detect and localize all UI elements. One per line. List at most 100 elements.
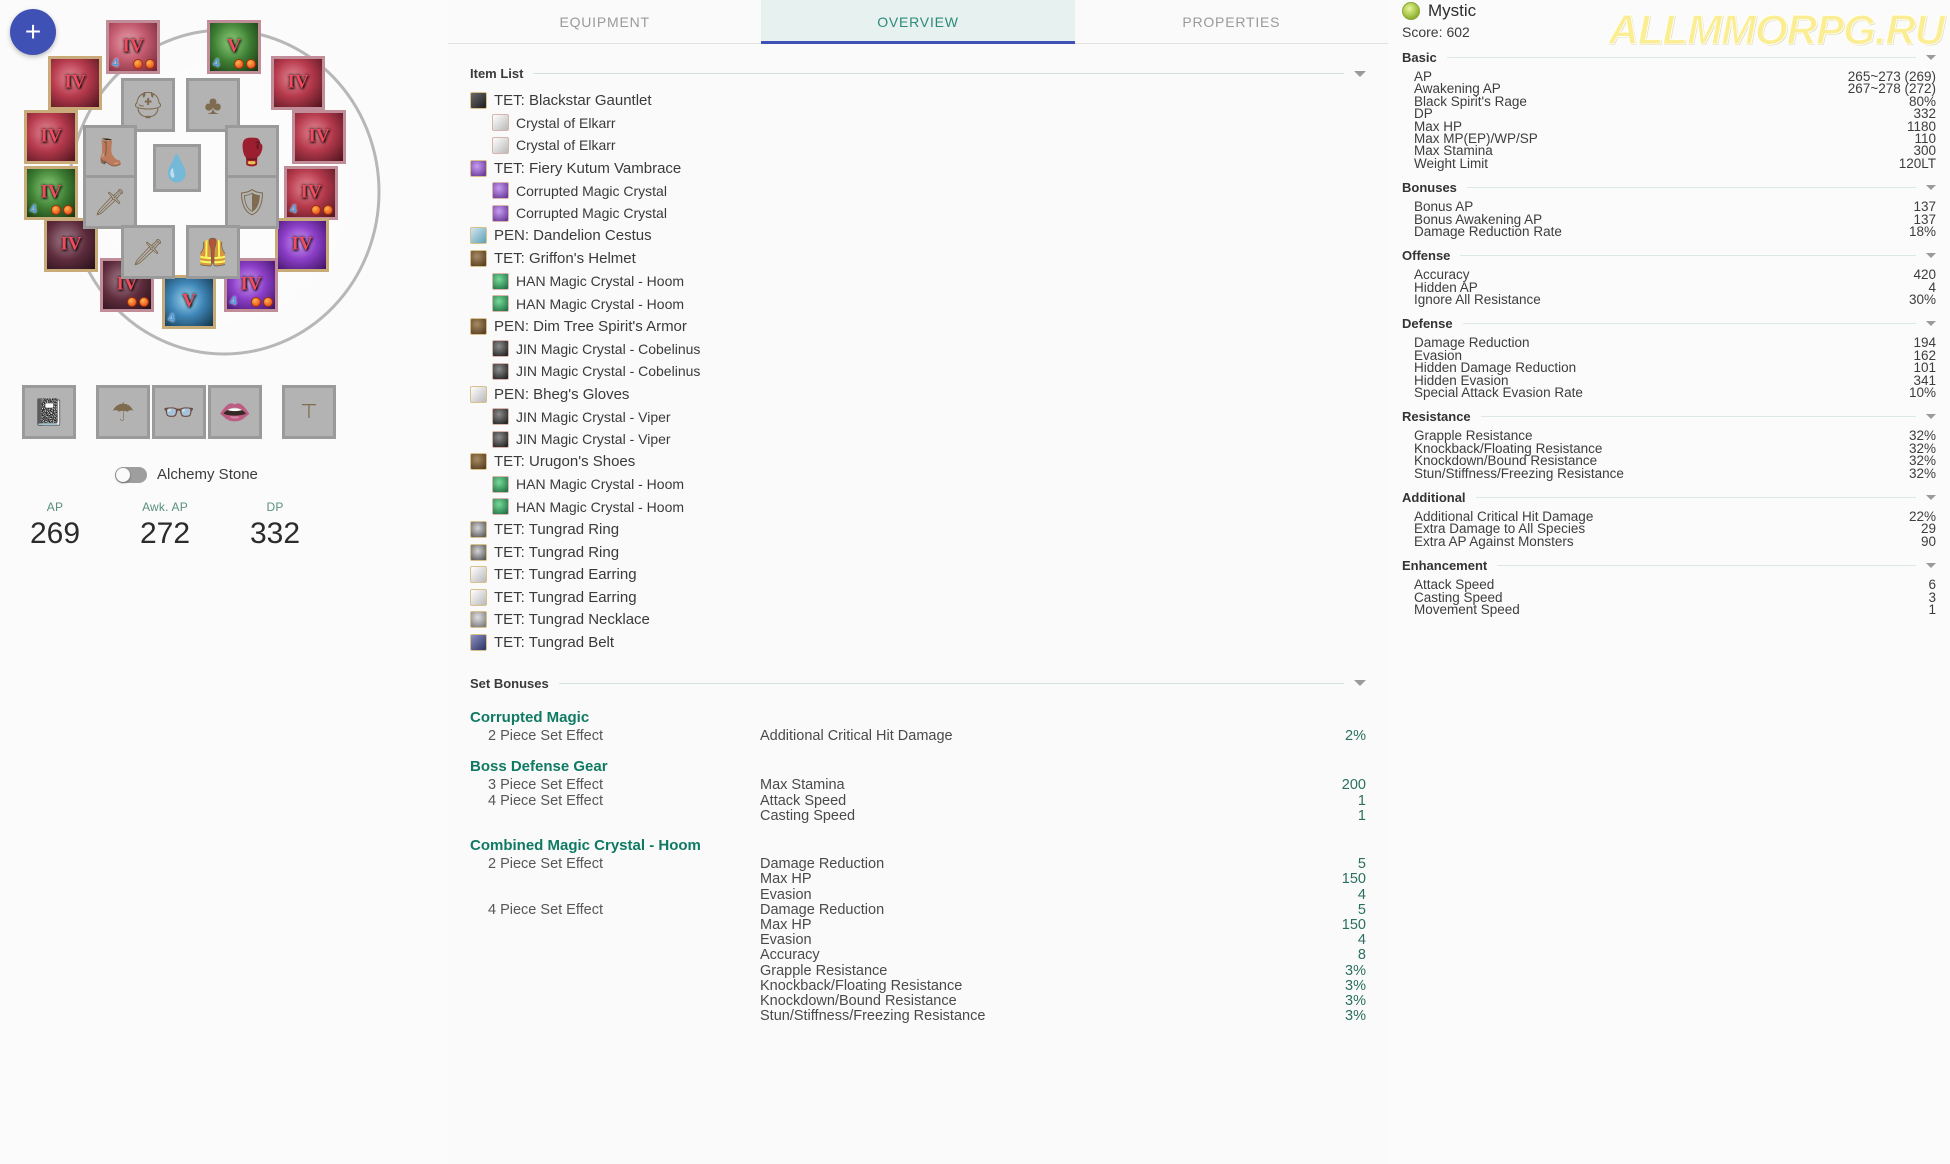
alchemy-stone-toggle[interactable] [115,466,147,483]
divider [1462,323,1916,325]
item-list-row[interactable]: PEN: Bheg's Gloves [470,383,1366,406]
set-bonus-effect-name: Knockback/Floating Resistance [760,977,963,994]
stat-summary-ap: AP 269 [0,500,110,551]
inner-slot-mainhand[interactable]: 🗡 [83,175,137,229]
item-list-row[interactable]: TET: Tungrad Earring [470,586,1366,609]
item-list-row[interactable]: TET: Fiery Kutum Vambrace [470,157,1366,180]
item-list-child-row[interactable]: JIN Magic Crystal - Cobelinus [470,338,1366,361]
set-bonus-effect-name: Evasion [760,932,812,949]
inner-slot-helmet[interactable]: ⛑ [121,78,175,132]
tab-overview[interactable]: OVERVIEW [761,0,1075,44]
set-bonus-effects: Damage Reduction 5 Max HP 150 Evasion 4 [760,856,1366,902]
tab-properties[interactable]: PROPERTIES [1075,0,1388,43]
stat-row-value: 1 [1928,601,1936,617]
chevron-down-icon[interactable] [1354,70,1366,77]
inner-slot-offhand[interactable]: 🛡 [225,175,279,229]
item-list-row[interactable]: TET: Tungrad Necklace [470,609,1366,632]
item-list: TET: Blackstar Gauntlet Crystal of Elkarr… [448,81,1388,654]
inner-slot-gloves[interactable]: 🥊 [225,125,279,179]
chevron-down-icon[interactable] [1926,55,1936,60]
item-list-row[interactable]: TET: Tungrad Ring [470,518,1366,541]
gear-slot-ring-right[interactable]: IV [292,110,346,164]
item-list-child-row[interactable]: HAN Magic Crystal - Hoom [470,473,1366,496]
item-list-row[interactable]: TET: Griffon's Helmet [470,247,1366,270]
chevron-down-icon[interactable] [1926,185,1936,191]
item-list-child-row[interactable]: Crystal of Elkarr [470,134,1366,157]
set-bonus-tier: 3 Piece Set Effect Max Stamina 200 [470,777,1366,793]
inner-slot-vest[interactable]: 🦺 [186,225,240,279]
gear-slot-sub-weapon[interactable]: IV [48,56,102,110]
stat-rows: AP 265~273 (269) Awakening AP 267~278 (272)… [1402,70,1936,171]
item-list-row[interactable]: TET: Urugon's Shoes [470,451,1366,474]
gear-slot-shoes[interactable]: V 4 [162,275,216,329]
tab-equipment[interactable]: EQUIPMENT [448,0,761,43]
gem-indicators [51,205,73,215]
item-list-row[interactable]: TET: Tungrad Ring [470,541,1366,564]
gear-slot-main-weapon[interactable]: IV 4 [106,20,160,74]
set-bonus-tier: 2 Piece Set Effect Additional Critical Hi… [470,728,1366,744]
helmet-icon: ⛑ [131,90,165,120]
set-bonus-effect-value: 3% [1345,962,1366,979]
gear-slot-earring-right[interactable]: IV 4 [284,166,338,220]
gear-slot-awakening-weapon[interactable]: IV [271,56,325,110]
accessory-slot-extra[interactable]: ⊤ [282,385,336,439]
chevron-down-icon[interactable] [1354,680,1366,687]
inner-slot-armor[interactable]: ♣ [186,78,240,132]
item-icon [492,340,509,358]
chevron-down-icon[interactable] [1926,321,1936,327]
stat-rows: Accuracy 420 Hidden AP 4 Ignore All Resistan… [1402,268,1936,307]
gear-slot-earring-left[interactable]: IV 4 [24,166,78,220]
accessory-slot-lips[interactable]: 👄 [208,385,262,439]
enhancement-level: IV [291,233,313,255]
inner-slot-center[interactable]: 💧 [153,144,201,192]
equipment-panel: + IV 4 V 4 IV IV IV IV IV 4 IV 4 IV IV I… [0,0,448,1164]
stats-panel: ALLMMORPG.RU Mystic Score: 602 Basic AP 26… [1388,0,1950,1164]
item-list-row[interactable]: TET: Tungrad Belt [470,631,1366,654]
item-list-row[interactable]: TET: Tungrad Earring [470,563,1366,586]
chevron-down-icon[interactable] [1926,414,1936,420]
item-list-child-row[interactable]: JIN Magic Crystal - Viper [470,428,1366,451]
item-icon [492,182,509,200]
item-list-row[interactable]: PEN: Dandelion Cestus [470,225,1366,248]
gear-slot-ring-left[interactable]: IV [24,110,78,164]
item-list-child-row[interactable]: JIN Magic Crystal - Viper [470,405,1366,428]
chevron-down-icon[interactable] [1926,253,1936,259]
item-icon [470,385,487,403]
stat-row-label: Stun/Stiffness/Freezing Resistance [1414,465,1624,481]
character-header: Mystic [1402,0,1936,21]
set-bonus-effect-name: Knockdown/Bound Resistance [760,992,957,1009]
accessory-slot-tome[interactable]: 📓 [22,385,76,439]
gear-slot-helmet[interactable]: V 4 [207,20,261,74]
vest-icon: 🦺 [196,237,230,267]
inner-slot-awakening[interactable]: 🗡 [121,225,175,279]
stat-section: Enhancement Attack Speed 6 Casting Speed 3 Mo… [1402,558,1936,616]
item-list-child-row[interactable]: JIN Magic Crystal - Cobelinus [470,360,1366,383]
score-row: Score: 602 [1402,24,1936,40]
chevron-down-icon[interactable] [1926,563,1936,569]
stat-section-title: Offense [1402,248,1451,264]
gear-slot-belt[interactable]: IV [275,218,329,272]
set-bonus-effect-value: 3% [1345,977,1366,994]
item-icon [470,249,487,267]
set-bonus-group: Boss Defense Gear 3 Piece Set Effect Max S… [470,758,1366,824]
item-list-child-row[interactable]: HAN Magic Crystal - Hoom [470,292,1366,315]
accessory-slot-earring[interactable]: ☂ [96,385,150,439]
earring-icon: ☂ [111,397,135,427]
item-list-row[interactable]: PEN: Dim Tree Spirit's Armor [470,315,1366,338]
inner-slot-shoes[interactable]: 👢 [83,125,137,179]
set-bonus-effect-row: Grapple Resistance 3% [760,962,1366,979]
accessory-slot-glasses[interactable]: 👓 [152,385,206,439]
stat-row-label: Movement Speed [1414,601,1520,617]
glove-icon: 🥊 [235,137,269,167]
item-list-header: Item List [448,66,1388,81]
item-list-child-row[interactable]: Corrupted Magic Crystal [470,202,1366,225]
item-list-row[interactable]: TET: Blackstar Gauntlet [470,89,1366,112]
item-list-child-row[interactable]: HAN Magic Crystal - Hoom [470,270,1366,293]
item-list-child-row[interactable]: Crystal of Elkarr [470,112,1366,135]
item-icon [492,295,509,313]
stat-row-value: 18% [1908,223,1936,239]
item-list-child-row[interactable]: Corrupted Magic Crystal [470,179,1366,202]
item-list-child-row[interactable]: HAN Magic Crystal - Hoom [470,496,1366,519]
chevron-down-icon[interactable] [1926,494,1936,500]
divider [1475,496,1916,498]
